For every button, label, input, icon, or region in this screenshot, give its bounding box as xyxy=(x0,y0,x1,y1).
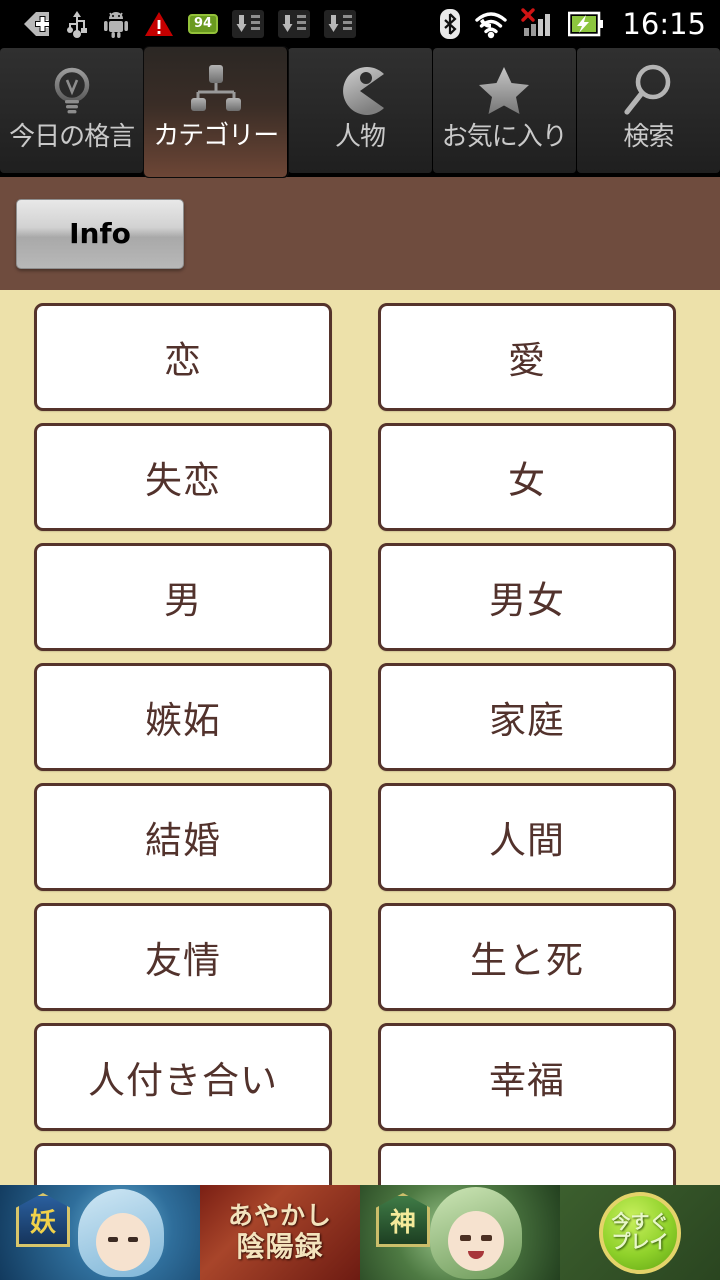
battery-level-icon: 94 xyxy=(188,13,218,34)
category-grid: 恋 愛 失恋 女 男 男女 嫉妬 家庭 結婚 人間 友情 生と死 人付き合い 幸… xyxy=(34,303,688,1185)
ad-banner-content: 妖 あやかし 陰陽録 神 今すぐ プレイ xyxy=(0,1185,720,1280)
category-button[interactable] xyxy=(378,1143,676,1185)
download-icon-2 xyxy=(278,9,310,38)
ad-badge-right: 神 xyxy=(376,1193,430,1247)
category-button[interactable]: 友情 xyxy=(34,903,332,1011)
tab-label: 人物 xyxy=(335,122,386,152)
ad-cta-line2: プレイ xyxy=(611,1230,669,1253)
tab-label: 検索 xyxy=(623,122,674,152)
tab-label: 今日の格言 xyxy=(9,122,135,152)
category-button[interactable]: 結婚 xyxy=(34,783,332,891)
search-icon xyxy=(619,60,677,122)
category-button[interactable]: 幸福 xyxy=(378,1023,676,1131)
category-button[interactable]: 家庭 xyxy=(378,663,676,771)
category-button[interactable] xyxy=(34,1143,332,1185)
category-button[interactable]: 失恋 xyxy=(34,423,332,531)
ad-character-green: 神 xyxy=(360,1185,560,1280)
ad-cta-pane[interactable]: 今すぐ プレイ xyxy=(560,1185,720,1280)
tab-label: お気に入り xyxy=(441,122,568,152)
ad-play-now-button[interactable]: 今すぐ プレイ xyxy=(599,1191,681,1274)
status-bar-notification-icons: 94 xyxy=(0,9,439,39)
android-robot-icon xyxy=(104,11,128,38)
category-button[interactable]: 人間 xyxy=(378,783,676,891)
category-button[interactable]: 人付き合い xyxy=(34,1023,332,1131)
download-icon-3 xyxy=(324,9,356,38)
app-shortcut-icon xyxy=(24,11,50,36)
status-bar: 94 16:15 xyxy=(0,0,720,47)
action-bar: Info xyxy=(0,177,720,290)
download-icon-1 xyxy=(232,9,264,38)
ad-cta-line1: 今すぐ xyxy=(611,1210,669,1233)
category-list: 恋 愛 失恋 女 男 男女 嫉妬 家庭 結婚 人間 友情 生と死 人付き合い 幸… xyxy=(0,290,720,1185)
tab-label: カテゴリー xyxy=(153,121,279,151)
info-button[interactable]: Info xyxy=(16,198,184,269)
tab-favorites[interactable]: お気に入り xyxy=(432,48,577,173)
tab-person[interactable]: 人物 xyxy=(288,48,433,173)
ad-character-blue: 妖 xyxy=(0,1185,200,1280)
category-button[interactable]: 嫉妬 xyxy=(34,663,332,771)
person-pac-icon xyxy=(331,60,389,122)
battery-charging-icon xyxy=(568,11,604,36)
wifi-icon xyxy=(475,11,508,38)
star-icon xyxy=(475,60,533,122)
ad-title-line1: あやかし xyxy=(227,1201,332,1231)
battery-level-text: 94 xyxy=(193,16,213,31)
tab-search[interactable]: 検索 xyxy=(576,48,720,173)
tab-bar: 今日の格言 カテゴリー 人物 お気に入り 検索 xyxy=(0,47,720,177)
status-bar-clock: 16:15 xyxy=(622,6,706,41)
ad-badge-left: 妖 xyxy=(16,1193,70,1247)
bluetooth-icon xyxy=(440,8,461,39)
lightbulb-icon xyxy=(43,60,101,122)
tab-category[interactable]: カテゴリー xyxy=(144,47,289,177)
category-button[interactable]: 男 xyxy=(34,543,332,651)
category-button[interactable]: 恋 xyxy=(34,303,332,411)
ad-title: あやかし 陰陽録 xyxy=(200,1185,360,1280)
ad-title-line2: 陰陽録 xyxy=(236,1229,324,1263)
ad-banner[interactable]: 妖 あやかし 陰陽録 神 今すぐ プレイ xyxy=(0,1185,720,1280)
cellular-signal-icon xyxy=(521,7,551,36)
usb-icon xyxy=(67,10,87,38)
app-screen: 94 16:15 今日の格言 カテゴリー 人物 お気に入り 検索 Info 恋 … xyxy=(0,0,720,1280)
category-button[interactable]: 男女 xyxy=(378,543,676,651)
category-button[interactable]: 女 xyxy=(378,423,676,531)
category-button[interactable]: 愛 xyxy=(378,303,676,411)
warning-triangle-icon xyxy=(145,11,173,36)
status-bar-system-icons: 16:15 xyxy=(439,7,720,41)
hierarchy-icon xyxy=(187,59,245,121)
tab-quote-of-the-day[interactable]: 今日の格言 xyxy=(0,48,145,173)
category-button[interactable]: 生と死 xyxy=(378,903,676,1011)
